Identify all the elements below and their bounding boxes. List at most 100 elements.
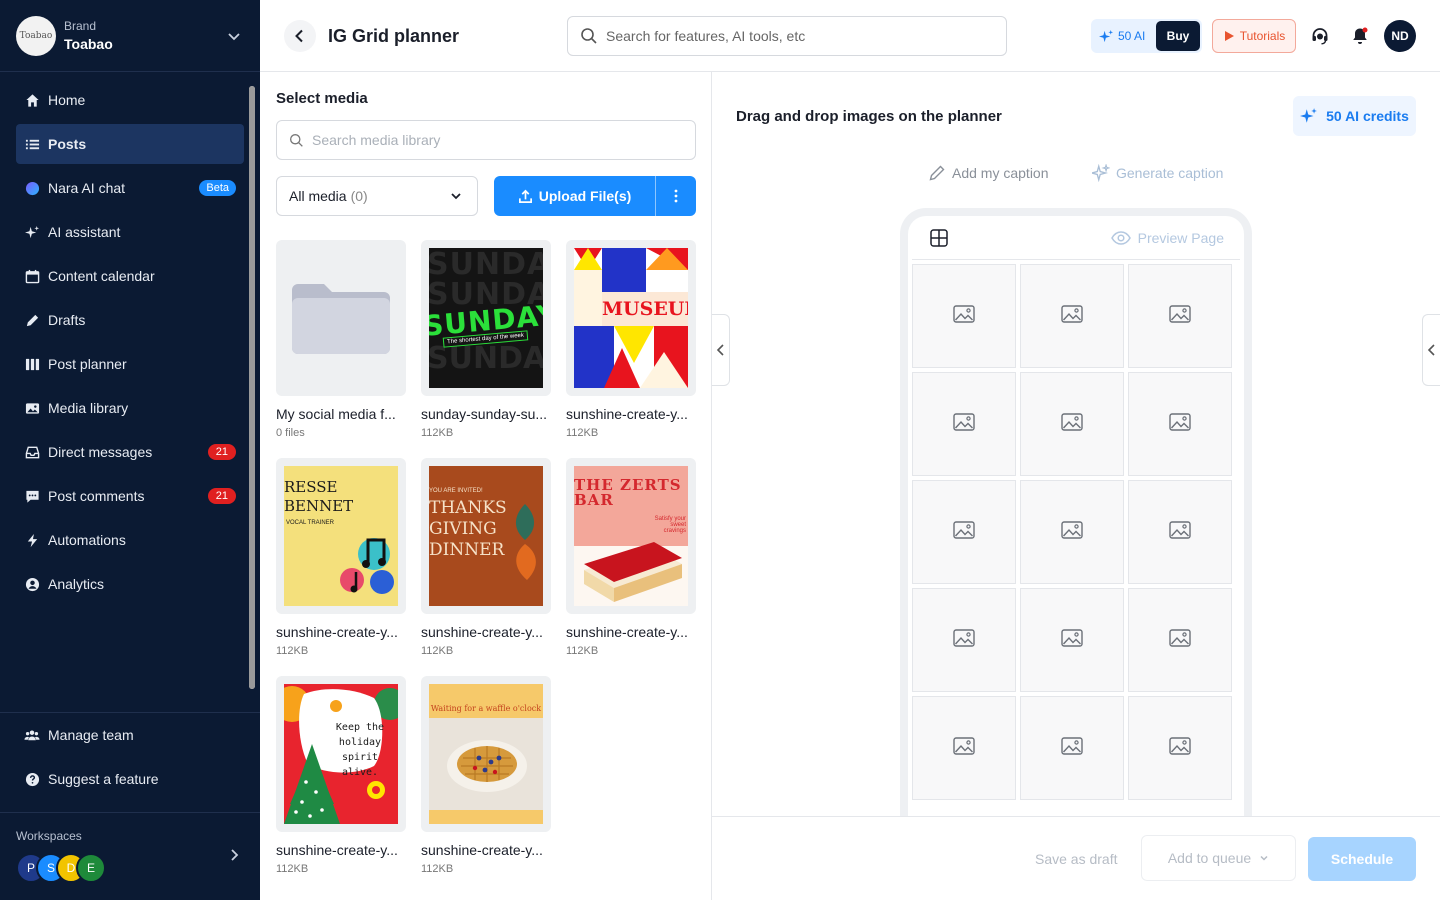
collapse-media-panel-button[interactable] xyxy=(712,314,730,386)
media-tile[interactable]: Waiting for a waffle o'clock sunshine-cr… xyxy=(421,676,551,875)
upload-files-button[interactable]: Upload File(s) xyxy=(494,176,656,216)
ai-credits-button[interactable]: 50 AI credits xyxy=(1293,96,1416,136)
media-name: sunshine-create-y... xyxy=(421,624,543,640)
sidebar-item-label: AI assistant xyxy=(48,224,121,240)
media-filter-select[interactable]: All media (0) xyxy=(276,176,478,216)
upload-more-options-button[interactable] xyxy=(656,176,696,216)
bell-icon[interactable] xyxy=(1348,24,1372,48)
tutorials-button[interactable]: Tutorials xyxy=(1212,19,1296,53)
scrollbar-thumb[interactable] xyxy=(249,86,255,689)
planner-grid-cell[interactable] xyxy=(1128,696,1232,800)
media-folder-tile[interactable]: My social media f... 0 files xyxy=(276,240,406,439)
sidebar-item-label: Nara AI chat xyxy=(48,180,126,196)
preview-page-button[interactable]: Preview Page xyxy=(1110,230,1224,246)
media-meta: 112KB xyxy=(421,645,454,657)
cheesecake-illustration xyxy=(574,542,688,606)
workspace-avatars[interactable]: P S D E xyxy=(16,853,244,883)
media-meta: 0 files xyxy=(276,427,305,439)
media-tile[interactable]: MUSEUN sunshine-create-y... 112KB xyxy=(566,240,696,439)
media-thumbnail[interactable]: SUNDA SUNDA SUNDA SUNDAY The shortest day… xyxy=(421,240,551,396)
media-tile[interactable]: SUNDA SUNDA SUNDA SUNDAY The shortest day… xyxy=(421,240,551,439)
sidebar-item-home[interactable]: Home xyxy=(16,80,244,120)
back-button[interactable] xyxy=(284,20,316,52)
media-tile[interactable]: RESSE BENNET VOCAL TRAINER sunshine-crea… xyxy=(276,458,406,657)
generate-caption-label: Generate caption xyxy=(1116,165,1224,181)
planner-grid-cell[interactable] xyxy=(912,588,1016,692)
media-tile[interactable]: Keep the holiday spirit alive. sunshine-… xyxy=(276,676,406,875)
sidebar-item-automations[interactable]: Automations xyxy=(16,520,244,560)
planner-grid-cell[interactable] xyxy=(1128,480,1232,584)
media-search[interactable] xyxy=(276,120,696,160)
sidebar-item-content-calendar[interactable]: Content calendar xyxy=(16,256,244,296)
sidebar-item-media-library[interactable]: Media library xyxy=(16,388,244,428)
team-icon xyxy=(24,727,40,743)
sidebar-item-post-comments[interactable]: Post comments 21 xyxy=(16,476,244,516)
beta-badge: Beta xyxy=(199,180,236,196)
sidebar-item-posts[interactable]: Posts xyxy=(16,124,244,164)
sidebar-scrollbar[interactable] xyxy=(249,86,255,689)
buy-button[interactable]: Buy xyxy=(1156,21,1200,51)
media-image: RESSE BENNET VOCAL TRAINER xyxy=(284,466,398,606)
list-icon xyxy=(24,136,40,152)
sidebar-item-analytics[interactable]: Analytics xyxy=(16,564,244,604)
grid-view-icon[interactable] xyxy=(930,228,948,247)
user-avatar[interactable]: ND xyxy=(1384,20,1416,52)
planner-grid-cell[interactable] xyxy=(912,372,1016,476)
schedule-button[interactable]: Schedule xyxy=(1308,837,1416,881)
media-meta: 112KB xyxy=(421,427,454,439)
add-caption-label: Add my caption xyxy=(952,165,1049,181)
image-placeholder-icon xyxy=(953,520,975,544)
planner-grid-cell[interactable] xyxy=(1020,372,1124,476)
sidebar-item-label: Media library xyxy=(48,400,129,416)
media-thumbnail[interactable] xyxy=(276,240,406,396)
chevron-right-icon[interactable] xyxy=(226,847,242,863)
workspace-avatar[interactable]: E xyxy=(76,853,106,883)
sidebar-item-ai-assistant[interactable]: AI assistant xyxy=(16,212,244,252)
media-thumbnail[interactable]: MUSEUN xyxy=(566,240,696,396)
media-tile[interactable]: THE ZERTS BAR Satisfy your sweet craving… xyxy=(566,458,696,657)
planner-grid-cell[interactable] xyxy=(912,696,1016,800)
sidebar-item-post-planner[interactable]: Post planner xyxy=(16,344,244,384)
media-name: sunshine-create-y... xyxy=(276,624,398,640)
support-icon[interactable] xyxy=(1308,24,1332,48)
sidebar-item-direct-messages[interactable]: Direct messages 21 xyxy=(16,432,244,472)
media-image: Waiting for a waffle o'clock xyxy=(429,684,543,824)
sidebar-item-manage-team[interactable]: Manage team xyxy=(16,715,244,755)
media-thumbnail[interactable]: RESSE BENNET VOCAL TRAINER xyxy=(276,458,406,614)
ai-credits-pill[interactable]: 50 AI Buy xyxy=(1091,19,1202,53)
sidebar-item-drafts[interactable]: Drafts xyxy=(16,300,244,340)
brand-label: Brand xyxy=(64,19,97,33)
chevron-left-icon xyxy=(716,344,724,356)
planner-grid-cell[interactable] xyxy=(1128,372,1232,476)
media-thumbnail[interactable]: YOU ARE INVITED! THANKS GIVING DINNER xyxy=(421,458,551,614)
add-to-queue-button[interactable]: Add to queue xyxy=(1141,835,1296,881)
media-name: sunshine-create-y... xyxy=(566,624,688,640)
planner-grid-cell[interactable] xyxy=(1020,264,1124,368)
chevron-down-icon[interactable] xyxy=(224,26,244,46)
image-placeholder-icon xyxy=(953,736,975,760)
planner-grid-cell[interactable] xyxy=(912,264,1016,368)
add-to-queue-label: Add to queue xyxy=(1167,850,1252,866)
save-draft-button[interactable]: Save as draft xyxy=(1035,851,1118,867)
planner-grid-cell[interactable] xyxy=(1128,588,1232,692)
media-thumbnail[interactable]: Keep the holiday spirit alive. xyxy=(276,676,406,832)
planner-grid-cell[interactable] xyxy=(1020,480,1124,584)
media-thumbnail[interactable]: THE ZERTS BAR Satisfy your sweet craving… xyxy=(566,458,696,614)
sidebar-item-suggest-feature[interactable]: Suggest a feature xyxy=(16,759,244,799)
media-thumbnail[interactable]: Waiting for a waffle o'clock xyxy=(421,676,551,832)
planner-grid-cell[interactable] xyxy=(1128,264,1232,368)
media-search-input[interactable] xyxy=(312,132,672,148)
planner-grid-cell[interactable] xyxy=(912,480,1016,584)
global-search[interactable] xyxy=(567,16,1007,56)
brand-switcher[interactable]: Toabao Brand Toabao xyxy=(0,0,260,72)
expand-right-panel-button[interactable] xyxy=(1422,314,1440,386)
planner-grid-cell[interactable] xyxy=(1020,588,1124,692)
global-search-input[interactable] xyxy=(606,28,986,44)
media-tile[interactable]: YOU ARE INVITED! THANKS GIVING DINNER su… xyxy=(421,458,551,657)
sidebar-item-nara-ai-chat[interactable]: Nara AI chat Beta xyxy=(16,168,244,208)
add-caption-button[interactable]: Add my caption xyxy=(928,164,1049,182)
media-panel-title: Select media xyxy=(276,90,368,107)
generate-caption-button[interactable]: Generate caption xyxy=(1092,164,1223,182)
calendar-icon xyxy=(24,268,40,284)
planner-grid-cell[interactable] xyxy=(1020,696,1124,800)
